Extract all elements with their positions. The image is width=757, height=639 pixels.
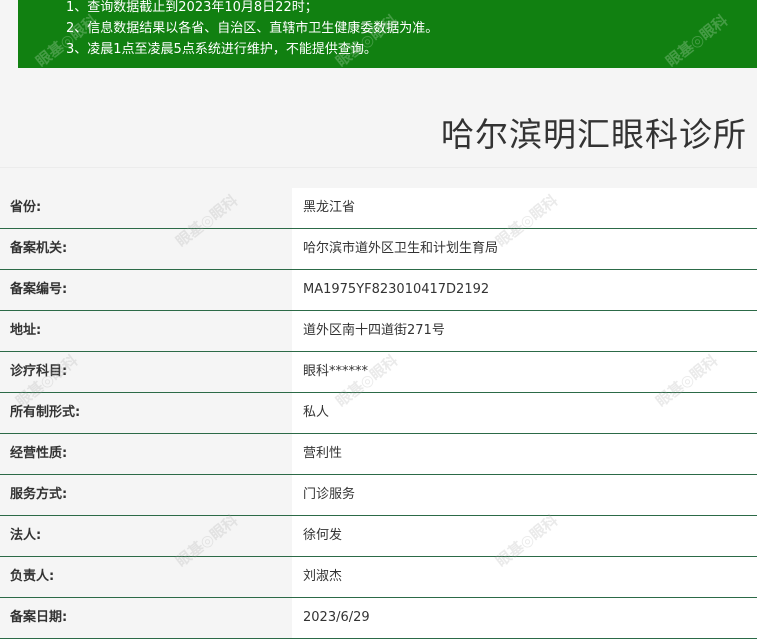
notice-line-3: 3、凌晨1点至凌晨5点系统进行维护，不能提供查询。 bbox=[66, 42, 377, 57]
field-label: 备案机关: bbox=[0, 229, 292, 269]
row-business-nature: 经营性质: 营利性 bbox=[0, 434, 757, 475]
row-service-type: 服务方式: 门诊服务 bbox=[0, 475, 757, 516]
field-value: 2023/6/29 bbox=[292, 598, 757, 638]
row-departments: 诊疗科目: 眼科****** bbox=[0, 352, 757, 393]
field-label: 服务方式: bbox=[0, 475, 292, 515]
row-registration-authority: 备案机关: 哈尔滨市道外区卫生和计划生育局 bbox=[0, 229, 757, 270]
row-address: 地址: 道外区南十四道街271号 bbox=[0, 311, 757, 352]
notice-line-2: 2、信息数据结果以各省、自治区、直辖市卫生健康委数据为准。 bbox=[66, 21, 439, 36]
field-label: 所有制形式: bbox=[0, 393, 292, 433]
field-label: 经营性质: bbox=[0, 434, 292, 474]
row-person-in-charge: 负责人: 刘淑杰 bbox=[0, 557, 757, 598]
field-value: 黑龙江省 bbox=[292, 188, 757, 228]
field-value: 徐何发 bbox=[292, 516, 757, 556]
field-label: 地址: bbox=[0, 311, 292, 351]
field-value: 刘淑杰 bbox=[292, 557, 757, 597]
info-table: 省份: 黑龙江省 备案机关: 哈尔滨市道外区卫生和计划生育局 备案编号: MA1… bbox=[0, 188, 757, 639]
clinic-title: 哈尔滨明汇眼科诊所 bbox=[441, 115, 747, 154]
field-value: 眼科****** bbox=[292, 352, 757, 392]
row-registration-number: 备案编号: MA1975YF823010417D2192 bbox=[0, 270, 757, 311]
field-label: 负责人: bbox=[0, 557, 292, 597]
field-label: 法人: bbox=[0, 516, 292, 556]
field-value: 营利性 bbox=[292, 434, 757, 474]
field-value: 道外区南十四道街271号 bbox=[292, 311, 757, 351]
field-label: 省份: bbox=[0, 188, 292, 228]
field-value: 哈尔滨市道外区卫生和计划生育局 bbox=[292, 229, 757, 269]
field-label: 备案日期: bbox=[0, 598, 292, 638]
field-value: MA1975YF823010417D2192 bbox=[292, 270, 757, 310]
field-label: 备案编号: bbox=[0, 270, 292, 310]
row-ownership: 所有制形式: 私人 bbox=[0, 393, 757, 434]
row-province: 省份: 黑龙江省 bbox=[0, 188, 757, 229]
notice-banner: 1、查询数据截止到2023年10月8日22时； 2、信息数据结果以各省、自治区、… bbox=[18, 0, 757, 68]
title-divider bbox=[0, 167, 757, 168]
row-legal-person: 法人: 徐何发 bbox=[0, 516, 757, 557]
notice-line-1: 1、查询数据截止到2023年10月8日22时； bbox=[66, 0, 318, 15]
field-label: 诊疗科目: bbox=[0, 352, 292, 392]
field-value: 门诊服务 bbox=[292, 475, 757, 515]
field-value: 私人 bbox=[292, 393, 757, 433]
